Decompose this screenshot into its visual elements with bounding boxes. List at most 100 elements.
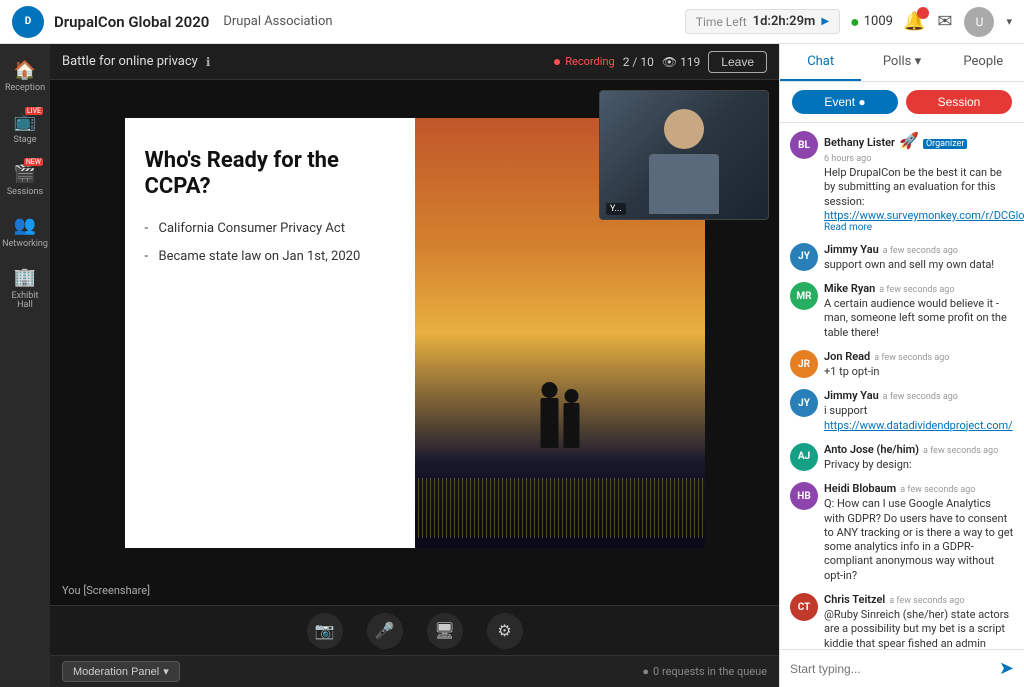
filter-event-button[interactable]: Event ●	[792, 90, 898, 114]
slide-heading: Who's Ready for the CCPA?	[145, 148, 395, 201]
message-author: Mike Ryan	[824, 282, 875, 295]
settings-icon: ⚙	[497, 621, 511, 641]
sidebar-item-reception[interactable]: 🏠 Reception	[2, 52, 48, 100]
rocket-icon: 🚀	[899, 131, 919, 150]
message-time: a few seconds ago	[874, 353, 949, 363]
message-time: a few seconds ago	[923, 446, 998, 456]
figure-head-right	[564, 389, 578, 403]
avatar: AJ	[790, 443, 818, 471]
avatar: JY	[790, 243, 818, 271]
queue-text: 0 requests in the queue	[653, 665, 767, 678]
camera-icon: 📷	[315, 621, 335, 641]
online-dot: ●	[850, 12, 860, 32]
video-content: Who's Ready for the CCPA? California Con…	[50, 80, 779, 605]
message-text: support own and sell my own data!	[824, 258, 1014, 272]
figure-head-left	[541, 382, 557, 398]
sidebar: 🏠 Reception 📺 LIVE Stage 🎬 NEW Sessions …	[0, 44, 50, 687]
message-body: Bethany Lister 🚀 Organizer 6 hours ago H…	[824, 131, 1014, 233]
message-body: Heidi Blobaum a few seconds ago Q: How c…	[824, 482, 1014, 583]
message-body: Jon Read a few seconds ago +1 tp opt-in	[824, 350, 1014, 379]
chevron-down-icon[interactable]: ▾	[1006, 15, 1012, 28]
message-header: Mike Ryan a few seconds ago	[824, 282, 1014, 295]
message-author: Jon Read	[824, 350, 870, 363]
message-link[interactable]: https://www.surveymonkey.com/r/DCGlobal2…	[824, 209, 1014, 222]
sidebar-label-networking: Networking	[2, 240, 48, 250]
message-time: a few seconds ago	[879, 285, 954, 295]
moderation-panel-button[interactable]: Moderation Panel ▾	[62, 661, 180, 682]
message-time: 6 hours ago	[824, 154, 871, 164]
sidebar-item-sessions[interactable]: 🎬 NEW Sessions	[2, 156, 48, 204]
exhibithall-icon: 🏢	[11, 266, 39, 290]
avatar: JY	[790, 389, 818, 417]
sidebar-label-stage: Stage	[13, 136, 36, 146]
filter-session-button[interactable]: Session	[906, 90, 1012, 114]
stage-icon: 📺 LIVE	[11, 110, 39, 134]
sidebar-item-networking[interactable]: 👥 Networking	[2, 208, 48, 256]
viewers-count: 119	[680, 55, 700, 69]
message-body: Jimmy Yau a few seconds ago support own …	[824, 243, 1014, 272]
message-text: +1 tp opt-in	[824, 365, 1014, 379]
message-link[interactable]: https://www.datadividendproject.com/	[824, 419, 1013, 432]
message-time: a few seconds ago	[883, 246, 958, 256]
message-body: Chris Teitzel a few seconds ago @Ruby Si…	[824, 593, 1014, 649]
polls-chevron: ▾	[915, 54, 922, 69]
play-icon[interactable]: ▶	[821, 16, 829, 27]
chat-tabs: Chat Polls ▾ People	[780, 44, 1024, 82]
queue-info: ● 0 requests in the queue	[642, 665, 767, 678]
slide-area: Who's Ready for the CCPA? California Con…	[50, 80, 779, 605]
read-more-link[interactable]: Read more	[824, 222, 1014, 233]
chat-panel: Chat Polls ▾ People Event ● Session BL B…	[779, 44, 1024, 687]
chat-input[interactable]	[790, 662, 993, 676]
tab-people[interactable]: People	[943, 44, 1024, 81]
screenshare-label: You [Screenshare]	[62, 584, 150, 597]
attendees-block: ● 1009	[850, 12, 893, 32]
message-header: Jimmy Yau a few seconds ago	[824, 243, 1014, 256]
chat-filter: Event ● Session	[780, 82, 1024, 123]
sidebar-item-stage[interactable]: 📺 LIVE Stage	[2, 104, 48, 152]
bottom-bar: Moderation Panel ▾ ● 0 requests in the q…	[50, 655, 779, 687]
tab-people-label: People	[963, 54, 1003, 69]
list-item: JY Jimmy Yau a few seconds ago support o…	[790, 243, 1014, 272]
org-name: Drupal Association	[223, 14, 332, 29]
info-icon[interactable]: ℹ	[206, 55, 211, 69]
screen-share-button[interactable]: 🖥	[427, 613, 463, 649]
tab-polls[interactable]: Polls ▾	[861, 44, 942, 81]
message-body: Mike Ryan a few seconds ago A certain au…	[824, 282, 1014, 340]
sidebar-label-exhibithall: Exhibit Hall	[4, 292, 46, 312]
sidebar-item-exhibithall[interactable]: 🏢 Exhibit Hall	[2, 260, 48, 318]
microphone-button[interactable]: 🎤	[367, 613, 403, 649]
sidebar-label-reception: Reception	[5, 84, 45, 94]
leave-button[interactable]: Leave	[708, 51, 767, 73]
avatar: BL	[790, 131, 818, 159]
camera-button[interactable]: 📷	[307, 613, 343, 649]
mic-icon: 🎤	[375, 621, 395, 641]
message-header: Bethany Lister 🚀 Organizer 6 hours ago	[824, 131, 1014, 164]
send-button[interactable]: ➤	[999, 658, 1014, 679]
recording-badge: ● Recording	[553, 53, 615, 70]
notif-badge	[917, 7, 929, 19]
message-text: Help DrupalCon be the best it can be by …	[824, 166, 1014, 209]
moderation-arrow: ▾	[163, 665, 169, 678]
figure-left	[540, 382, 558, 448]
slide-white: Who's Ready for the CCPA? California Con…	[125, 118, 415, 548]
silhouette-scene	[540, 382, 579, 448]
tab-chat[interactable]: Chat	[780, 44, 861, 81]
event-title: DrupalCon Global 2020	[54, 13, 209, 31]
home-icon: 🏠	[11, 58, 39, 82]
pip-face	[600, 91, 768, 219]
recording-label: Recording	[565, 55, 614, 68]
list-item: HB Heidi Blobaum a few seconds ago Q: Ho…	[790, 482, 1014, 583]
timer-value: 1d:2h:29m	[753, 14, 816, 29]
organizer-badge: Organizer	[923, 139, 967, 149]
message-author: Jimmy Yau	[824, 243, 879, 256]
notifications-icon[interactable]: 🔔	[903, 11, 925, 32]
message-text: A certain audience would believe it - ma…	[824, 297, 1014, 340]
figure-right	[563, 389, 579, 448]
settings-button[interactable]: ⚙	[487, 613, 523, 649]
user-avatar[interactable]: U	[964, 7, 994, 37]
message-header: Chris Teitzel a few seconds ago	[824, 593, 1014, 606]
slide-bullet-1: California Consumer Privacy Act	[145, 220, 395, 238]
avatar: CT	[790, 593, 818, 621]
messages-icon[interactable]: ✉	[937, 11, 952, 32]
list-item: CT Chris Teitzel a few seconds ago @Ruby…	[790, 593, 1014, 649]
